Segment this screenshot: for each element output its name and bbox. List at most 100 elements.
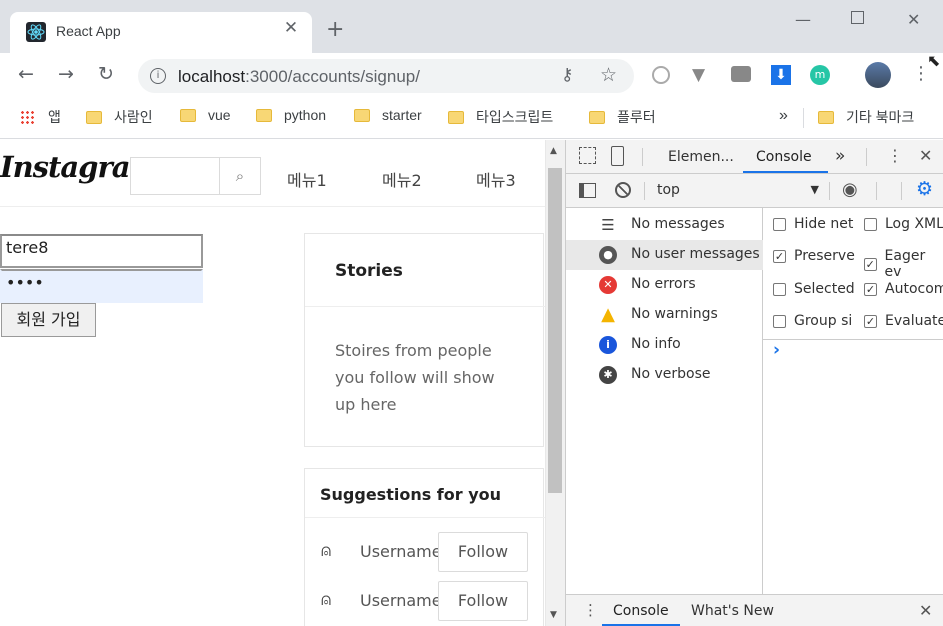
bookmarks-overflow[interactable]: »: [779, 107, 788, 125]
more-tabs-icon[interactable]: »: [835, 146, 845, 166]
tab-divider: [642, 148, 643, 166]
bookmark-item[interactable]: vue: [180, 107, 231, 123]
user-icon: ⍝: [321, 590, 332, 610]
tab-console[interactable]: Console: [756, 149, 812, 165]
sidebar-item-warnings[interactable]: ▲ No warnings: [566, 300, 763, 330]
folder-icon: [86, 110, 102, 124]
forward-icon[interactable]: →: [58, 63, 74, 85]
camera-icon[interactable]: [731, 66, 751, 82]
sidebar-item-verbose[interactable]: ✱ No verbose: [566, 360, 763, 390]
checkbox[interactable]: [773, 314, 786, 328]
password-field[interactable]: ••••: [0, 269, 203, 303]
menu-link-3[interactable]: 메뉴3: [476, 167, 516, 191]
checkbox[interactable]: [864, 217, 877, 231]
reload-icon[interactable]: ↻: [98, 63, 114, 85]
option-log-xml[interactable]: Log XML: [864, 216, 943, 232]
minimize-icon[interactable]: —: [795, 10, 811, 29]
sidebar-toggle-icon[interactable]: [579, 183, 596, 198]
sidebar-item-messages[interactable]: ☰ No messages: [566, 210, 763, 240]
key-icon[interactable]: ⚷: [561, 65, 573, 85]
signup-button[interactable]: 회원 가입: [1, 303, 96, 337]
gear-icon[interactable]: ⚙: [916, 178, 933, 200]
new-tab-icon[interactable]: +: [326, 19, 344, 41]
context-select[interactable]: top ▼: [657, 182, 819, 198]
search-button[interactable]: ⌕: [219, 157, 261, 195]
bookmark-item[interactable]: python: [256, 107, 326, 123]
suggestion-username: Username: [360, 542, 442, 561]
star-icon[interactable]: ☆: [600, 64, 617, 86]
back-icon[interactable]: ←: [18, 63, 34, 85]
option-evaluate[interactable]: ✓ Evaluate: [864, 313, 943, 329]
checkbox[interactable]: [773, 217, 786, 231]
clear-console-icon[interactable]: [615, 182, 631, 198]
sidebar-item-user-messages[interactable]: ● No user messages: [566, 240, 763, 270]
tab-elements[interactable]: Elemen...: [668, 149, 734, 165]
suggestion-row: ⍝ Username Follow: [305, 531, 545, 573]
search-input[interactable]: [130, 157, 219, 195]
checkbox-checked[interactable]: ✓: [864, 282, 877, 296]
scroll-up-icon[interactable]: ▲: [550, 146, 557, 156]
extension-target-icon[interactable]: [652, 66, 670, 84]
menu-link-1[interactable]: 메뉴1: [287, 167, 327, 191]
devtools-drawer: ⋮ Console What's New ✕: [566, 594, 943, 626]
sidebar-item-errors[interactable]: ✕ No errors: [566, 270, 763, 300]
scrollbar-thumb[interactable]: [548, 168, 562, 493]
vue-devtools-icon[interactable]: ▼: [692, 65, 705, 85]
suggestions-card: Suggestions for you ⍝ Username Follow ⍝ …: [304, 468, 545, 626]
option-eager-eval[interactable]: ✓ Eager ev: [864, 248, 943, 280]
device-toolbar-icon[interactable]: [611, 146, 624, 166]
bookmark-item[interactable]: 플루터: [589, 107, 656, 127]
drawer-tab-console[interactable]: Console: [613, 603, 669, 619]
checkbox[interactable]: [773, 282, 786, 296]
bookmark-item[interactable]: starter: [354, 107, 422, 123]
filter-input[interactable]: [876, 182, 902, 200]
apps-grid-icon: [20, 110, 34, 124]
option-selected-context[interactable]: Selected: [773, 281, 855, 297]
drawer-menu-icon[interactable]: ⋮: [583, 601, 598, 619]
option-preserve-log[interactable]: ✓ Preserve: [773, 248, 855, 264]
download-icon[interactable]: ⬇: [771, 65, 791, 85]
bookmark-item[interactable]: 타입스크립트: [448, 107, 553, 127]
error-icon: ✕: [599, 276, 617, 294]
bookmark-item[interactable]: 사람인: [86, 107, 153, 127]
checkbox-checked[interactable]: ✓: [864, 257, 877, 271]
follow-button[interactable]: Follow: [438, 532, 528, 572]
scroll-down-icon[interactable]: ▼: [550, 610, 557, 620]
drawer-close-icon[interactable]: ✕: [919, 601, 932, 620]
other-bookmarks[interactable]: 기타 북마크: [818, 107, 914, 127]
option-group-similar[interactable]: Group si: [773, 313, 852, 329]
close-tab-icon[interactable]: ✕: [281, 18, 301, 38]
user-circle-icon: ●: [599, 246, 617, 264]
maximize-icon[interactable]: [851, 11, 864, 24]
mouse-cursor-icon: ⬉: [927, 51, 941, 70]
checkbox-checked[interactable]: ✓: [864, 314, 877, 328]
browser-tab[interactable]: React App ✕: [10, 12, 312, 53]
devtools-close-icon[interactable]: ✕: [919, 146, 932, 165]
menu-link-2[interactable]: 메뉴2: [382, 167, 422, 191]
eye-icon[interactable]: ◉: [842, 179, 858, 200]
stories-divider: [305, 306, 545, 307]
avatar[interactable]: [865, 62, 891, 88]
folder-icon: [818, 110, 834, 124]
list-icon: ☰: [601, 216, 615, 234]
sidebar-item-info[interactable]: i No info: [566, 330, 763, 360]
console-settings: Hide net Log XML ✓ Preserve ✓ Eager ev Sel…: [763, 208, 943, 340]
option-hide-network[interactable]: Hide net: [773, 216, 853, 232]
suggestion-username: Username: [360, 591, 442, 610]
inspect-element-icon[interactable]: [579, 147, 596, 164]
extension-m-icon[interactable]: m: [810, 65, 830, 85]
drawer-tab-whats-new[interactable]: What's New: [691, 603, 774, 619]
close-window-icon[interactable]: ✕: [907, 10, 920, 29]
bookmark-apps[interactable]: 앱: [20, 107, 61, 127]
option-autocomplete[interactable]: ✓ Autocom: [864, 281, 943, 297]
devtools-tabbar: Elemen... Console » ⋮ ✕: [566, 140, 943, 174]
username-field[interactable]: tere8: [0, 234, 203, 268]
address-bar[interactable]: i localhost:3000/accounts/signup/ ⚷ ☆: [138, 59, 634, 93]
follow-button[interactable]: Follow: [438, 581, 528, 621]
page-scrollbar[interactable]: ▲ ▼: [545, 140, 565, 626]
checkbox-checked[interactable]: ✓: [773, 249, 786, 263]
info-icon[interactable]: i: [150, 68, 166, 84]
devtools-menu-icon[interactable]: ⋮: [887, 146, 903, 165]
console-prompt[interactable]: ›: [773, 340, 780, 360]
search-icon: ⌕: [235, 167, 245, 185]
